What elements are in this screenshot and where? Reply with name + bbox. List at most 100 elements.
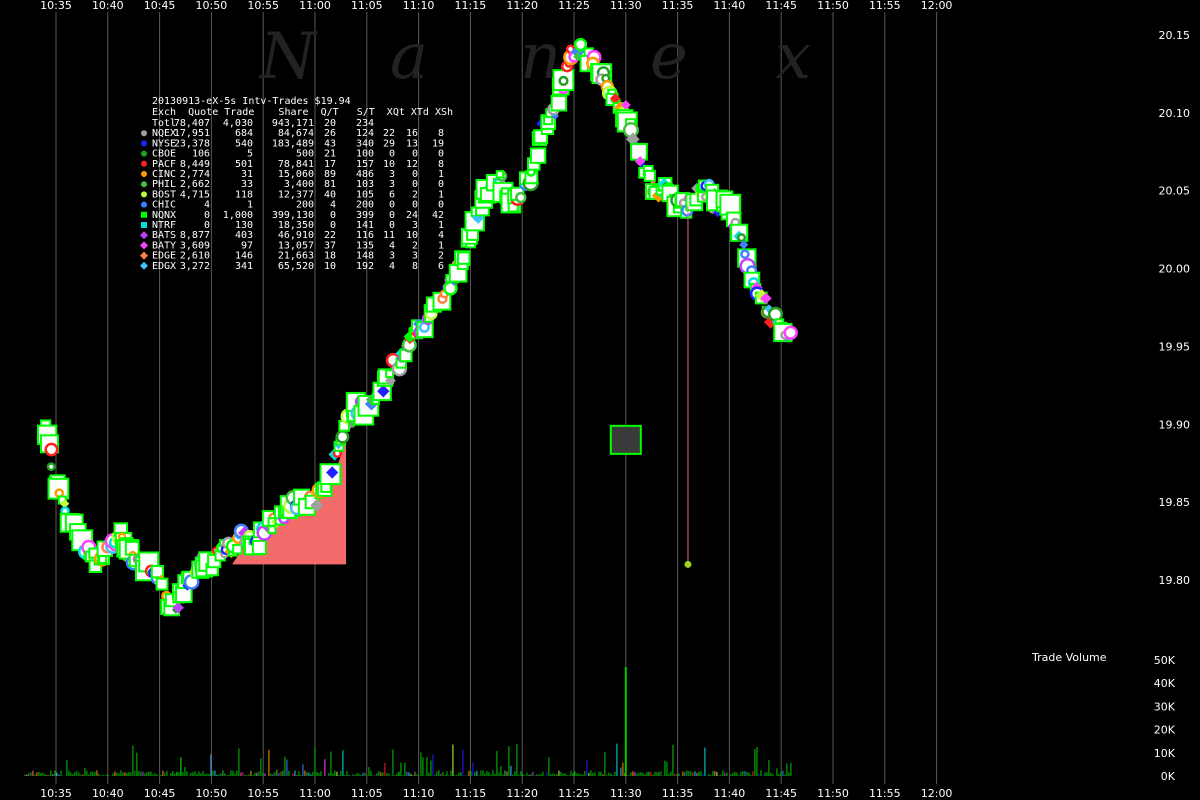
legend-marker-icon [141, 160, 147, 167]
x-tick-bottom: 11:55 [869, 787, 901, 800]
legend-marker-icon [140, 231, 148, 240]
trade-circle [44, 442, 59, 457]
x-tick-top: 11:35 [662, 0, 694, 12]
x-tick-top: 11:00 [299, 0, 331, 12]
volume-title: Trade Volume [1031, 651, 1107, 664]
watermark-letter-n: N [258, 20, 318, 94]
trade-circle [335, 430, 350, 444]
legend-marker-icon [140, 261, 148, 270]
legend-marker-icon [140, 241, 148, 250]
legend-cell: 10 [324, 261, 336, 272]
y-tick: 20.15 [1159, 29, 1191, 42]
x-tick-top: 11:50 [817, 0, 849, 12]
x-tick-top: 10:35 [40, 0, 72, 12]
legend-marker-icon [140, 251, 148, 260]
legend-cell: 6 [438, 261, 444, 272]
volume-tick: 30K [1154, 700, 1176, 713]
x-axis-bottom: 10:35 10:40 10:45 10:50 10:55 11:00 11:05 11:10… [40, 787, 952, 800]
trade-square [267, 525, 277, 535]
x-tick-top: 10:55 [247, 0, 279, 12]
legend-marker-icon [141, 222, 147, 228]
x-tick-top: 10:40 [92, 0, 124, 12]
legend-marker-icon [141, 140, 147, 147]
y-tick: 19.80 [1159, 574, 1191, 587]
y-tick: 20.10 [1159, 107, 1191, 120]
watermark-letter-x: x [775, 20, 811, 94]
trade-square [385, 369, 395, 379]
outlier-print [684, 560, 692, 568]
x-tick-top: 11:25 [558, 0, 590, 12]
trade-square [529, 147, 547, 164]
legend-marker-icon [141, 201, 147, 208]
y-tick: 19.95 [1159, 340, 1191, 353]
x-tick-top: 11:15 [455, 0, 487, 12]
volume-axis-right: 50K 40K 30K 20K 10K 0K [1154, 654, 1176, 783]
x-tick-bottom: 10:55 [247, 787, 279, 800]
x-tick-bottom: 10:50 [196, 787, 228, 800]
legend-cell: 3,272 [180, 261, 210, 272]
x-tick-top: 11:45 [765, 0, 797, 12]
x-tick-bottom: 11:05 [351, 787, 383, 800]
x-tick-top: 12:00 [921, 0, 953, 12]
legend-marker-icon [141, 130, 147, 137]
legend-row-bost: BOST 4,715 118 12,377 40 105 6 2 1 [141, 189, 444, 200]
y-tick: 20.05 [1159, 185, 1191, 198]
legend-marker-icon [141, 191, 147, 198]
trade-circle [783, 325, 798, 340]
trade-square [457, 251, 471, 265]
x-tick-bottom: 11:25 [558, 787, 590, 800]
legend-rows: Totl78,407 4,030 943,171 20 234NQEX17,951 684… [140, 118, 444, 272]
trade-square [495, 170, 505, 179]
x-tick-bottom: 10:40 [92, 787, 124, 800]
volume-bars [24, 666, 792, 776]
legend-cell: 8 [412, 261, 418, 272]
volume-tick: 40K [1154, 677, 1176, 690]
x-tick-top: 11:30 [610, 0, 642, 12]
x-axis-top: 10:35 10:40 10:45 10:50 10:55 11:00 11:05 11:10… [40, 0, 952, 12]
trade-chart: N a n e x 10:35 10:40 10:45 10:50 10:55 11:00… [24, 0, 1191, 800]
x-tick-bottom: 11:45 [765, 787, 797, 800]
x-tick-bottom: 12:00 [921, 787, 953, 800]
trade-square [155, 577, 169, 591]
x-tick-bottom: 11:40 [714, 787, 746, 800]
x-tick-bottom: 11:35 [662, 787, 694, 800]
volume-tick: 20K [1154, 724, 1176, 737]
x-tick-top: 11:55 [869, 0, 901, 12]
legend-cell: EDGX [152, 261, 176, 272]
legend-title: 20130913-eX-5s Intv-Trades $19.94 [152, 96, 351, 107]
exchange-legend: 20130913-eX-5s Intv-Trades $19.94 Exch Q… [140, 96, 453, 272]
legend-marker-icon [141, 150, 147, 157]
legend-cell: 341 [235, 261, 253, 272]
legend-cell: 192 [356, 261, 374, 272]
y-tick: 19.85 [1159, 496, 1191, 509]
legend-cell: 65,520 [278, 261, 314, 272]
x-tick-top: 11:20 [506, 0, 538, 12]
trade-square [232, 543, 243, 555]
trade-circle [558, 75, 569, 86]
x-tick-bottom: 11:00 [299, 787, 331, 800]
legend-marker-icon [141, 171, 147, 177]
x-tick-top: 11:05 [351, 0, 383, 12]
trade-circle [740, 249, 750, 259]
trade-square [251, 539, 267, 555]
x-tick-bottom: 11:10 [403, 787, 435, 800]
trade-circle [46, 462, 56, 472]
outlier-block [609, 424, 642, 455]
trade-circle [515, 191, 527, 204]
volume-tick: 0K [1161, 770, 1176, 783]
y-tick: 19.90 [1159, 418, 1191, 431]
x-tick-top: 11:10 [403, 0, 435, 12]
volume-tick: 10K [1154, 747, 1176, 760]
trade-square [98, 554, 108, 564]
outlier-marks [609, 206, 692, 568]
y-axis-right: 20.15 20.10 20.05 20.00 19.95 19.90 19.85 19.80 [1159, 29, 1191, 587]
x-tick-bottom: 10:45 [144, 787, 176, 800]
trade-square [550, 94, 568, 112]
x-tick-top: 10:45 [144, 0, 176, 12]
x-tick-bottom: 10:35 [40, 787, 72, 800]
legend-header: Exch Quote Trade Share Q/T S/T XQt XTd X… [152, 107, 453, 118]
legend-row-edgx: EDGX 3,272 341 65,520 10 192 4 8 6 [140, 261, 444, 272]
x-tick-bottom: 11:15 [455, 787, 487, 800]
trade-circle [737, 233, 747, 243]
x-tick-top: 10:50 [196, 0, 228, 12]
